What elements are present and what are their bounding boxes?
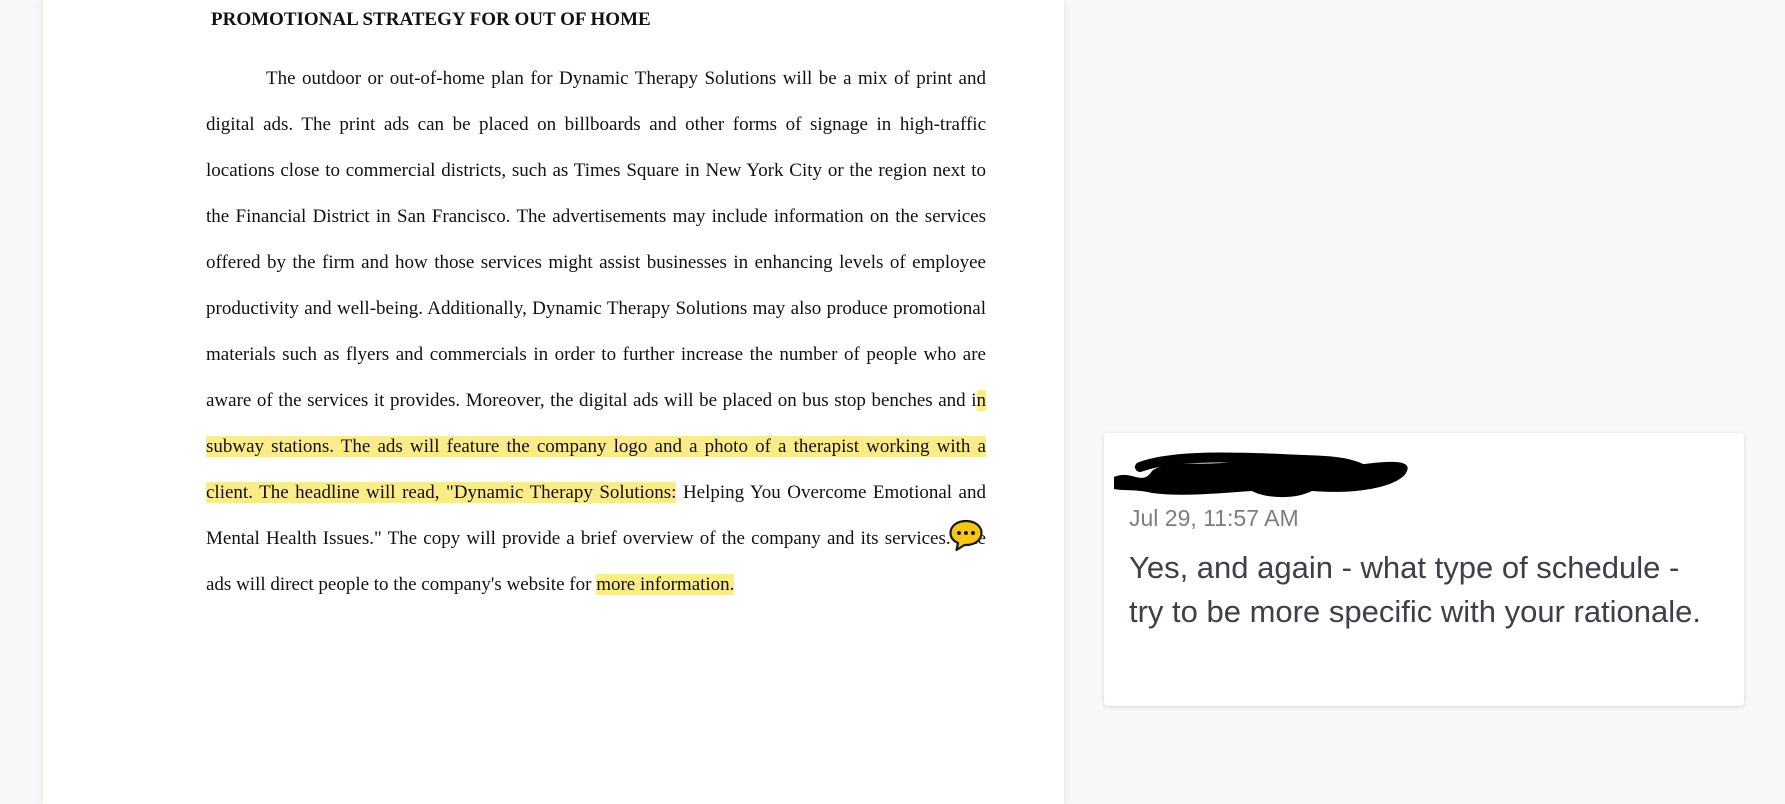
comment-card: Jul 29, 11:57 AM Yes, and again - what t… xyxy=(1104,433,1744,706)
comment-marker[interactable] xyxy=(948,518,984,554)
highlighted-text[interactable]: more information. xyxy=(596,574,735,595)
redacted-author-name xyxy=(1114,452,1408,498)
document-paragraph: The outdoor or out-of-home plan for Dyna… xyxy=(206,56,986,608)
document-page: PROMOTIONAL STRATEGY FOR OUT OF HOME The… xyxy=(43,0,1064,804)
comment-timestamp: Jul 29, 11:57 AM xyxy=(1129,505,1299,531)
speech-bubble-icon xyxy=(949,519,983,552)
paragraph-text: The outdoor or out-of-home plan for Dyna… xyxy=(206,68,986,411)
section-heading: PROMOTIONAL STRATEGY FOR OUT OF HOME xyxy=(211,9,651,30)
comment-text: Yes, and again - what type of schedule -… xyxy=(1129,550,1702,629)
app-root: PROMOTIONAL STRATEGY FOR OUT OF HOME The… xyxy=(0,0,1785,804)
